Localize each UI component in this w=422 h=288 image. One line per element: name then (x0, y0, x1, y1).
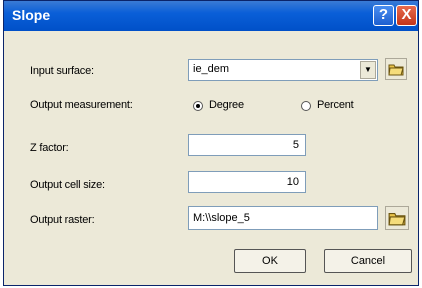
close-icon: X (401, 6, 412, 23)
cancel-button[interactable]: Cancel (324, 249, 412, 273)
cell-size-label: Output cell size: (30, 179, 105, 191)
cell-size-input[interactable]: 10 (188, 171, 306, 193)
percent-option-label: Percent (317, 99, 354, 111)
folder-icon (388, 212, 406, 226)
degree-option-label: Degree (209, 99, 244, 111)
output-raster-label: Output raster: (30, 214, 95, 226)
output-raster-input[interactable]: M:\\slope_5 (188, 206, 378, 230)
browse-input-button[interactable] (385, 58, 407, 80)
slope-dialog: Slope ? X Input surface: ie_dem ▼ Output… (3, 0, 419, 286)
input-surface-combo[interactable]: ie_dem ▼ (188, 59, 378, 81)
chevron-down-icon[interactable]: ▼ (360, 61, 376, 79)
dialog-title: Slope (12, 7, 51, 23)
browse-output-button[interactable] (385, 206, 409, 230)
percent-radio[interactable] (301, 101, 311, 111)
title-bar[interactable]: Slope ? X (4, 1, 418, 31)
z-factor-label: Z factor: (30, 142, 69, 154)
close-button[interactable]: X (396, 5, 417, 26)
help-button[interactable]: ? (373, 5, 394, 26)
input-surface-label: Input surface: (30, 65, 94, 77)
help-icon: ? (378, 6, 389, 23)
degree-radio[interactable] (193, 101, 203, 111)
output-measurement-label: Output measurement: (30, 99, 133, 111)
ok-button[interactable]: OK (234, 249, 306, 273)
folder-icon (388, 64, 404, 76)
z-factor-input[interactable]: 5 (188, 134, 306, 156)
input-surface-value: ie_dem (193, 63, 230, 75)
